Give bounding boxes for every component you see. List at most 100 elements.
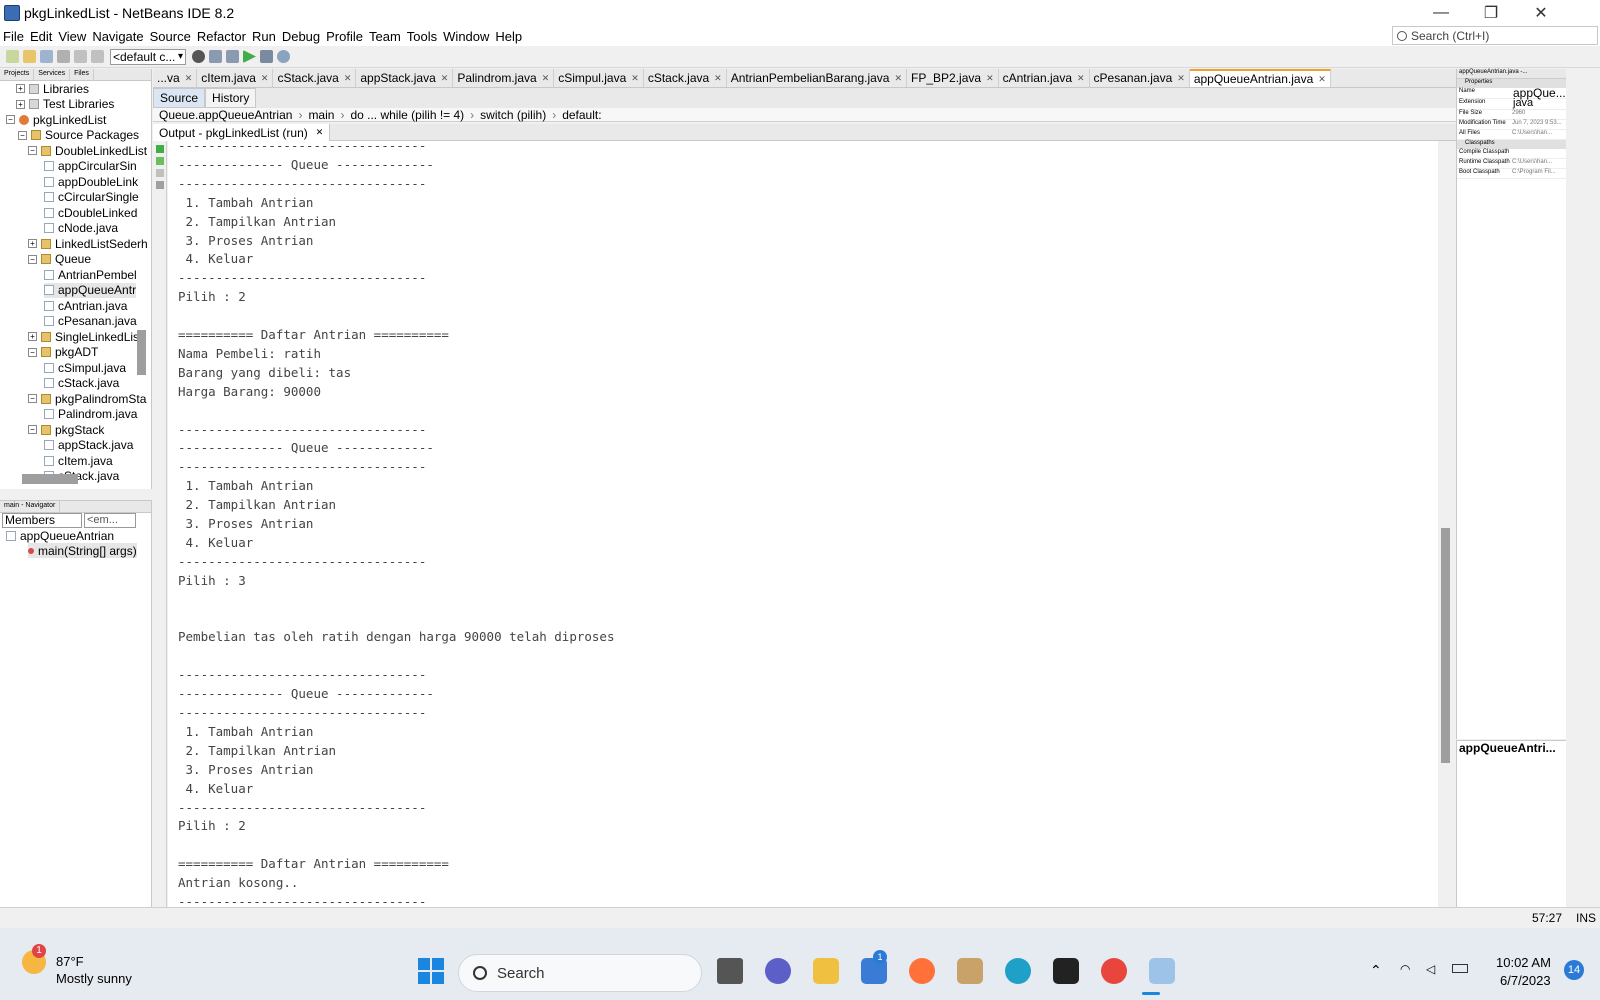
close-tab-icon[interactable]: ✕: [542, 73, 550, 84]
new-project-icon[interactable]: [23, 50, 36, 63]
menu-navigate[interactable]: Navigate: [89, 29, 146, 44]
close-tab-icon[interactable]: ✕: [261, 73, 269, 84]
editor-tab[interactable]: cSimpul.java ✕: [554, 69, 644, 87]
menu-refactor[interactable]: Refactor: [194, 29, 249, 44]
tree-item[interactable]: cCircularSingle: [44, 190, 139, 205]
tree-item[interactable]: − pkgStack: [28, 422, 104, 437]
menu-help[interactable]: Help: [492, 29, 525, 44]
configuration-select[interactable]: <default c...: [110, 48, 186, 65]
tree-item[interactable]: − Source Packages: [18, 128, 139, 143]
editor-tab[interactable]: cPesanan.java ✕: [1090, 69, 1190, 87]
menu-team[interactable]: Team: [366, 29, 404, 44]
tree-item[interactable]: appDoubleLink: [44, 174, 138, 189]
expand-icon[interactable]: +: [16, 84, 25, 93]
close-tab-icon[interactable]: ✕: [894, 73, 902, 84]
tree-item[interactable]: cStack.java: [44, 376, 119, 391]
firefox-icon[interactable]: [909, 958, 935, 984]
collapse-icon[interactable]: −: [28, 347, 37, 357]
edge-icon[interactable]: [1005, 958, 1031, 984]
tree-vertical-scrollbar[interactable]: [137, 330, 146, 375]
tree-item[interactable]: appCircularSin: [44, 159, 137, 174]
breadcrumb-switch[interactable]: switch (pilih): [480, 108, 546, 122]
build-icon[interactable]: [209, 50, 222, 63]
tree-item[interactable]: appStack.java: [44, 438, 133, 453]
close-tab-icon[interactable]: ✕: [441, 73, 449, 84]
collapse-icon[interactable]: −: [28, 254, 37, 264]
editor-tab[interactable]: cItem.java ✕: [197, 69, 274, 87]
breadcrumb-default[interactable]: default:: [562, 108, 601, 122]
editor-tab[interactable]: ...va ✕: [153, 69, 198, 87]
collapse-icon[interactable]: −: [28, 146, 37, 155]
tree-horizontal-scrollbar[interactable]: [22, 474, 78, 484]
rerun-icon[interactable]: [156, 145, 164, 153]
close-tab-icon[interactable]: ✕: [1318, 74, 1326, 85]
tree-item[interactable]: − pkgPalindromSta: [28, 391, 146, 406]
tab-projects[interactable]: Projects: [0, 69, 35, 80]
breadcrumb-loop[interactable]: do ... while (pilih != 4): [350, 108, 464, 122]
ide-search-input[interactable]: Search (Ctrl+I): [1392, 26, 1598, 45]
tree-item[interactable]: + Libraries: [16, 81, 89, 96]
expand-icon[interactable]: +: [16, 99, 25, 109]
clean-build-icon[interactable]: [226, 50, 239, 63]
editor-tab[interactable]: cStack.java ✕: [273, 69, 357, 87]
tree-item[interactable]: cItem.java: [44, 453, 113, 468]
editor-tab[interactable]: cAntrian.java ✕: [999, 69, 1090, 87]
source-tab[interactable]: Source: [153, 88, 206, 108]
config-settings-icon[interactable]: [192, 50, 205, 63]
close-tab-icon[interactable]: ✕: [185, 73, 193, 84]
run-icon[interactable]: [243, 50, 256, 63]
tree-item[interactable]: cPesanan.java: [44, 314, 137, 329]
menu-profile[interactable]: Profile: [323, 29, 366, 44]
new-file-icon[interactable]: [6, 50, 19, 63]
stop-icon[interactable]: [156, 169, 164, 177]
restore-button[interactable]: ❐: [1466, 0, 1516, 26]
tab-services[interactable]: Services: [34, 69, 71, 80]
save-all-icon[interactable]: [57, 50, 70, 63]
menu-run[interactable]: Run: [249, 29, 279, 44]
chrome-icon[interactable]: [1101, 958, 1127, 984]
menu-tools[interactable]: Tools: [404, 29, 440, 44]
volume-icon[interactable]: ◁: [1426, 962, 1435, 976]
close-tab-icon[interactable]: ✕: [986, 73, 994, 84]
collapse-icon[interactable]: −: [18, 130, 27, 140]
settings-icon[interactable]: [156, 181, 164, 189]
netbeans-taskbar-icon[interactable]: [1149, 958, 1175, 984]
tree-item[interactable]: + LinkedListSederh: [28, 236, 148, 251]
tree-item[interactable]: − DoubleLinkedList: [28, 143, 147, 158]
pycharm-icon[interactable]: [1053, 958, 1079, 984]
tree-item[interactable]: + Test Libraries: [16, 97, 114, 112]
tree-item[interactable]: cAntrian.java: [44, 298, 127, 313]
expand-icon[interactable]: +: [28, 332, 37, 341]
collapse-icon[interactable]: −: [28, 425, 37, 434]
editor-tab[interactable]: cStack.java ✕: [644, 69, 727, 87]
menu-debug[interactable]: Debug: [279, 29, 323, 44]
tree-item[interactable]: Palindrom.java: [44, 407, 137, 422]
breadcrumb-class[interactable]: Queue.appQueueAntrian: [159, 108, 292, 122]
editor-tab[interactable]: appStack.java ✕: [356, 69, 454, 87]
weather-description[interactable]: Mostly sunny: [56, 971, 132, 986]
debug-icon[interactable]: [260, 50, 273, 63]
editor-tab[interactable]: FP_BP2.java ✕: [907, 69, 999, 87]
taskbar-search[interactable]: Search: [458, 954, 702, 992]
close-button[interactable]: ✕: [1516, 0, 1566, 26]
navigator-class[interactable]: appQueueAntrian: [6, 528, 114, 543]
close-tab-icon[interactable]: ✕: [1077, 73, 1085, 84]
start-button[interactable]: [418, 958, 444, 984]
chevron-up-icon[interactable]: ⌃: [1370, 962, 1382, 979]
redo-icon[interactable]: [91, 50, 104, 63]
menu-edit[interactable]: Edit: [27, 29, 55, 44]
close-tab-icon[interactable]: ✕: [344, 73, 352, 84]
breadcrumb-method[interactable]: main: [308, 108, 334, 122]
menu-window[interactable]: Window: [440, 29, 492, 44]
expand-icon[interactable]: +: [28, 239, 37, 248]
output-tab[interactable]: Output - pkgLinkedList (run) ✕: [153, 124, 331, 141]
tree-item[interactable]: cSimpul.java: [44, 360, 126, 375]
tab-files[interactable]: Files: [70, 69, 94, 80]
close-tab-icon[interactable]: ✕: [714, 73, 722, 84]
collapse-icon[interactable]: −: [6, 115, 15, 124]
output-scrollbar-track[interactable]: [1438, 141, 1452, 907]
editor-tab[interactable]: appQueueAntrian.java ✕: [1189, 69, 1331, 87]
clock-date[interactable]: 6/7/2023: [1500, 973, 1551, 988]
tree-item[interactable]: AntrianPembel: [44, 267, 137, 282]
output-console[interactable]: --------------------------------- -------…: [168, 141, 1438, 907]
